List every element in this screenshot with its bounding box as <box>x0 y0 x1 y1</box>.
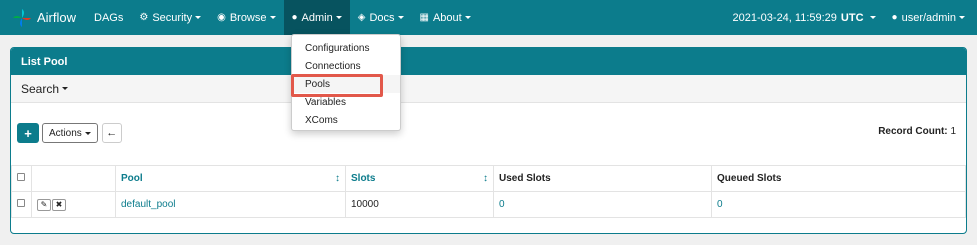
pools-highlight-box <box>291 74 383 97</box>
chevron-down-icon <box>869 16 876 19</box>
record-count-label: Record Count: <box>878 126 948 137</box>
list-pool-panel: List Pool Search + Actions ← Record Coun… <box>10 47 967 234</box>
edit-icon[interactable]: ✎ <box>37 198 51 211</box>
menu-item-configurations[interactable]: Configurations <box>292 39 400 57</box>
pool-header[interactable]: Pool ↕ <box>115 165 346 192</box>
nav-dags[interactable]: DAGs <box>86 0 131 35</box>
nav-security-label: Security <box>152 11 193 24</box>
pool-header-label: Pool <box>121 173 143 184</box>
used-slots-link[interactable]: 0 <box>493 191 712 218</box>
chevron-down-icon <box>62 87 69 90</box>
chevron-down-icon <box>195 16 202 19</box>
clock-dropdown[interactable]: 2021-03-24, 11:59:29 UTC <box>725 0 884 35</box>
actions-dropdown[interactable]: Actions <box>42 123 98 143</box>
sort-icon: ↕ <box>483 173 488 184</box>
nav-about-label: About <box>432 11 462 24</box>
sort-icon: ↕ <box>335 173 340 184</box>
slots-value: 10000 <box>345 191 494 218</box>
used-slots-header-label: Used Slots <box>499 173 551 184</box>
search-toggle[interactable]: Search <box>11 75 966 103</box>
queued-slots-header-label: Queued Slots <box>717 173 782 184</box>
nav-admin-label: Admin <box>301 11 333 24</box>
table-row: ✎ ✖ default_pool 10000 0 0 <box>11 191 966 218</box>
row-checkbox[interactable] <box>17 199 25 207</box>
select-all-header <box>11 165 32 192</box>
record-count-value: 1 <box>950 126 956 137</box>
panel-title: List Pool <box>11 48 966 75</box>
row-actions-header <box>31 165 116 192</box>
delete-icon[interactable]: ✖ <box>52 198 66 211</box>
search-label: Search <box>21 81 60 96</box>
nav-docs[interactable]: ◈ Docs <box>350 0 412 35</box>
cube-icon: ◈ <box>357 12 366 23</box>
timezone: UTC <box>840 11 864 24</box>
user-icon: ● <box>291 12 298 23</box>
top-navbar: Airflow DAGs ⚙ Security ◉ Browse ● Admin… <box>0 0 977 35</box>
back-button[interactable]: ← <box>101 123 122 143</box>
chevron-down-icon <box>397 16 404 19</box>
brand-link[interactable]: Airflow <box>0 0 86 35</box>
user-name: user/admin <box>901 11 956 24</box>
nav-dags-label: DAGs <box>94 11 124 24</box>
nav-admin[interactable]: ● Admin <box>283 0 350 35</box>
table-header-row: Pool ↕ Slots ↕ Used Slots Queued Slots <box>11 165 966 192</box>
slots-header-label: Slots <box>351 173 376 184</box>
pool-table: Pool ↕ Slots ↕ Used Slots Queued Slots ✎… <box>11 165 966 218</box>
user-icon: ● <box>891 12 898 23</box>
row-select-cell <box>11 191 32 218</box>
globe-icon: ◉ <box>217 12 226 23</box>
grid-icon: ▦ <box>419 12 429 23</box>
airflow-logo-icon <box>13 8 31 27</box>
nav-browse[interactable]: ◉ Browse <box>209 0 283 35</box>
chevron-down-icon <box>959 16 965 19</box>
add-record-button[interactable]: + <box>17 123 39 143</box>
queued-slots-link[interactable]: 0 <box>711 191 966 218</box>
pool-name-link[interactable]: default_pool <box>115 191 346 218</box>
chevron-down-icon <box>335 16 342 19</box>
user-menu[interactable]: ● user/admin <box>884 0 977 35</box>
used-slots-header: Used Slots <box>493 165 712 192</box>
nav-right: 2021-03-24, 11:59:29 UTC ● user/admin <box>725 0 977 35</box>
nav-about[interactable]: ▦ About <box>412 0 479 35</box>
brand-name: Airflow <box>37 10 77 25</box>
queued-slots-header: Queued Slots <box>711 165 966 192</box>
row-actions-cell: ✎ ✖ <box>31 191 116 218</box>
nav-docs-label: Docs <box>369 11 395 24</box>
datetime: 2021-03-24, 11:59:29 <box>732 11 837 24</box>
arrow-left-icon: ← <box>106 127 118 139</box>
nav-security[interactable]: ⚙ Security <box>131 0 209 35</box>
chevron-down-icon <box>269 16 276 19</box>
list-toolbar: + Actions ← <box>17 123 122 143</box>
record-count: Record Count: 1 <box>878 126 956 137</box>
slots-header[interactable]: Slots ↕ <box>345 165 494 192</box>
nav-browse-label: Browse <box>229 11 267 24</box>
menu-item-connections[interactable]: Connections <box>292 57 400 75</box>
chevron-down-icon <box>84 131 91 135</box>
actions-label: Actions <box>49 127 82 139</box>
select-all-checkbox[interactable] <box>17 173 25 181</box>
menu-item-xcoms[interactable]: XComs <box>292 111 400 129</box>
chevron-down-icon <box>464 16 471 19</box>
cogs-icon: ⚙ <box>139 12 149 23</box>
